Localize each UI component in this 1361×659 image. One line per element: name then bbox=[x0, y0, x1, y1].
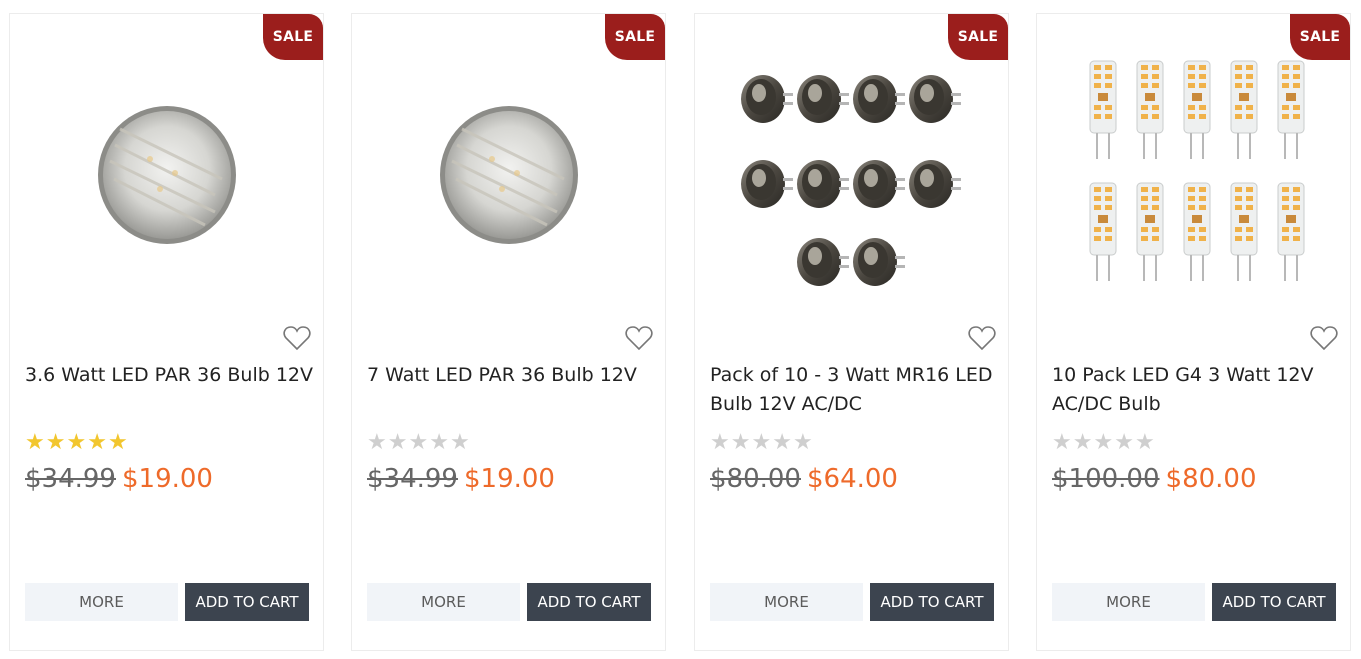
product-card: SALE 10 Pack LED G4 3 Watt 12V AC/DC Bul… bbox=[1036, 13, 1351, 651]
star-icon: ★ bbox=[792, 430, 814, 455]
price-block: $34.99 $19.00 bbox=[367, 462, 555, 496]
original-price: $100.00 bbox=[1052, 464, 1160, 494]
product-card: SALE Pack of 10 - 3 Watt MR16 LED Bulb 1… bbox=[694, 13, 1009, 651]
product-title[interactable]: 3.6 Watt LED PAR 36 Bulb 12V bbox=[25, 361, 315, 390]
sale-price: $19.00 bbox=[121, 464, 213, 494]
product-title[interactable]: 7 Watt LED PAR 36 Bulb 12V bbox=[367, 361, 657, 390]
rating-stars: ★★★★★ bbox=[25, 431, 129, 455]
sale-price: $80.00 bbox=[1165, 464, 1257, 494]
product-card: SALE 7 Watt LED PAR 36 Bulb 12V ★★★★★ $3… bbox=[351, 13, 666, 651]
product-title[interactable]: 10 Pack LED G4 3 Watt 12V AC/DC Bulb bbox=[1052, 361, 1342, 419]
star-icon: ★ bbox=[367, 430, 388, 455]
product-image-mr16-pack[interactable] bbox=[695, 49, 1008, 319]
more-button[interactable]: MORE bbox=[1052, 583, 1205, 621]
star-icon: ★ bbox=[1114, 430, 1135, 455]
star-icon: ★ bbox=[1052, 430, 1073, 455]
sale-price: $19.00 bbox=[463, 464, 555, 494]
star-icon: ★ bbox=[710, 430, 731, 455]
star-icon: ★ bbox=[87, 430, 108, 455]
price-block: $34.99 $19.00 bbox=[25, 462, 213, 496]
original-price: $80.00 bbox=[710, 464, 801, 494]
heart-outline-icon[interactable] bbox=[1310, 325, 1338, 351]
product-card: SALE 3.6 Watt LED PAR 36 Bulb 12V ★★★★★ bbox=[9, 13, 324, 651]
add-to-cart-button[interactable]: ADD TO CART bbox=[870, 583, 994, 621]
star-icon: ★ bbox=[408, 430, 430, 455]
star-icon: ★ bbox=[66, 430, 88, 455]
product-image-led-par36[interactable] bbox=[10, 49, 323, 319]
more-button[interactable]: MORE bbox=[367, 583, 520, 621]
product-image-led-par36[interactable] bbox=[352, 49, 665, 319]
rating-stars: ★★★★★ bbox=[1052, 431, 1156, 455]
add-to-cart-button[interactable]: ADD TO CART bbox=[527, 583, 651, 621]
add-to-cart-button[interactable]: ADD TO CART bbox=[185, 583, 309, 621]
rating-stars: ★★★★★ bbox=[367, 431, 471, 455]
star-icon: ★ bbox=[25, 430, 46, 455]
star-icon: ★ bbox=[107, 430, 129, 455]
heart-outline-icon[interactable] bbox=[968, 325, 996, 351]
star-icon: ★ bbox=[772, 430, 793, 455]
add-to-cart-button[interactable]: ADD TO CART bbox=[1212, 583, 1336, 621]
product-grid: SALE 3.6 Watt LED PAR 36 Bulb 12V ★★★★★ bbox=[0, 0, 1361, 659]
star-icon: ★ bbox=[429, 430, 450, 455]
star-icon: ★ bbox=[387, 430, 409, 455]
heart-outline-icon[interactable] bbox=[625, 325, 653, 351]
rating-stars: ★★★★★ bbox=[710, 431, 814, 455]
star-icon: ★ bbox=[1093, 430, 1115, 455]
star-icon: ★ bbox=[449, 430, 471, 455]
star-icon: ★ bbox=[45, 430, 67, 455]
product-image-g4-pack[interactable] bbox=[1037, 49, 1350, 319]
sale-price: $64.00 bbox=[806, 464, 898, 494]
price-block: $100.00 $80.00 bbox=[1052, 462, 1257, 496]
original-price: $34.99 bbox=[25, 464, 116, 494]
original-price: $34.99 bbox=[367, 464, 458, 494]
star-icon: ★ bbox=[751, 430, 773, 455]
more-button[interactable]: MORE bbox=[710, 583, 863, 621]
star-icon: ★ bbox=[730, 430, 752, 455]
heart-outline-icon[interactable] bbox=[283, 325, 311, 351]
star-icon: ★ bbox=[1134, 430, 1156, 455]
product-title[interactable]: Pack of 10 - 3 Watt MR16 LED Bulb 12V AC… bbox=[710, 361, 1000, 419]
price-block: $80.00 $64.00 bbox=[710, 462, 898, 496]
star-icon: ★ bbox=[1072, 430, 1094, 455]
more-button[interactable]: MORE bbox=[25, 583, 178, 621]
